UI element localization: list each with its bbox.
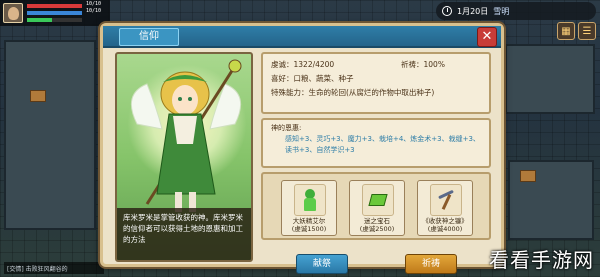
reward-name: 迷之宝石	[364, 217, 390, 225]
reward-cost: (虔诚4000)	[427, 225, 463, 233]
blessing-panel: 神的恩惠: 感知+3、灵巧+3、魔力+3、栽培+4、炼金术+3、栽缝+3、读书+…	[261, 118, 491, 168]
map-room	[4, 40, 96, 230]
reward-slot-gem[interactable]: 迷之宝石 (虔诚2500)	[349, 180, 405, 236]
faith-stats-panel: 虔诚：1322/4200 祈祷：100% 喜好：口粮、蔬菜、种子 特殊能力：生命…	[261, 52, 491, 114]
reward-cost: (虔诚2500)	[359, 225, 395, 233]
piety-value: 虔诚：1322/4200	[271, 60, 335, 69]
hp-value: 10/10	[86, 1, 102, 7]
god-description: 库米罗米是掌管收获的神。库米罗米的信仰者可以获得土地的恩惠和加工的方法	[117, 208, 251, 260]
close-button[interactable]: ✕	[477, 27, 497, 47]
gem-icon	[362, 184, 394, 216]
mp-value: 10/10	[86, 8, 102, 14]
treasure-chest[interactable]	[30, 90, 46, 102]
site-watermark: 看看手游网	[489, 248, 594, 272]
god-portrait-card: 库米罗米是掌管收获的神。库米罗米的信仰者可以获得土地的恩惠和加工的方法	[115, 52, 253, 262]
hud-icon-bar: ▦ ☰	[557, 22, 596, 40]
reward-cost: (虔诚1500)	[291, 225, 327, 233]
date-label: 1月20日	[457, 6, 489, 16]
mp-bar	[27, 11, 82, 15]
offering-rewards: 大妖精艾尔 (虔诚1500) 迷之宝石 (虔诚2500) 《收获神之镰》 (虔诚…	[261, 172, 491, 240]
dialog-body: 库米罗米是掌管收获的神。库米罗米的信仰者可以获得土地的恩惠和加工的方法 虔诚：1…	[115, 52, 491, 274]
prayer-value: 祈祷：100%	[401, 60, 445, 69]
weather-label: 雪明	[493, 6, 510, 16]
blessing-bonuses: 感知+3、灵巧+3、魔力+3、栽培+4、炼金术+3、栽缝+3、读书+3、自然学识…	[285, 135, 480, 154]
treasure-chest[interactable]	[520, 170, 536, 182]
reward-name: 《收获神之镰》	[422, 217, 468, 225]
offer-button[interactable]: 献祭	[296, 254, 348, 274]
spirit-icon	[294, 184, 326, 216]
reward-slot-spirit[interactable]: 大妖精艾尔 (虔诚1500)	[281, 180, 337, 236]
message-ticker: [交情] 击败狂风翻谷的	[4, 262, 104, 274]
dialog-title-bar: 信仰 ✕	[103, 26, 501, 48]
reward-name: 大妖精艾尔	[292, 217, 326, 225]
map-icon[interactable]: ▦	[557, 22, 575, 40]
pray-button[interactable]: 祈祷	[405, 254, 457, 274]
map-room	[505, 44, 595, 114]
reward-slot-scythe[interactable]: 《收获神之镰》 (虔诚4000)	[417, 180, 473, 236]
dialog-title: 信仰	[119, 28, 179, 46]
clock-icon	[442, 6, 452, 16]
menu-icon[interactable]: ☰	[578, 22, 596, 40]
goddess-portrait	[130, 59, 242, 212]
faith-dialog: 信仰 ✕ 库米罗米是掌管收获的神。库米罗米的信仰者可以获得土地的恩惠和加工的方法…	[100, 23, 504, 274]
date-weather-hud: 1月20日 雪明	[436, 2, 596, 20]
scythe-icon	[430, 184, 462, 216]
hp-bar	[27, 4, 82, 8]
player-status-hud: 10/10 10/10	[0, 0, 110, 26]
blessing-title: 神的恩惠:	[271, 124, 302, 132]
player-avatar[interactable]	[3, 3, 23, 23]
xp-bar	[27, 18, 82, 22]
preference-value: 喜好：口粮、蔬菜、种子	[271, 74, 354, 83]
special-ability: 特殊能力：生命的轮回(从腐烂的作物中取出种子)	[271, 88, 435, 97]
